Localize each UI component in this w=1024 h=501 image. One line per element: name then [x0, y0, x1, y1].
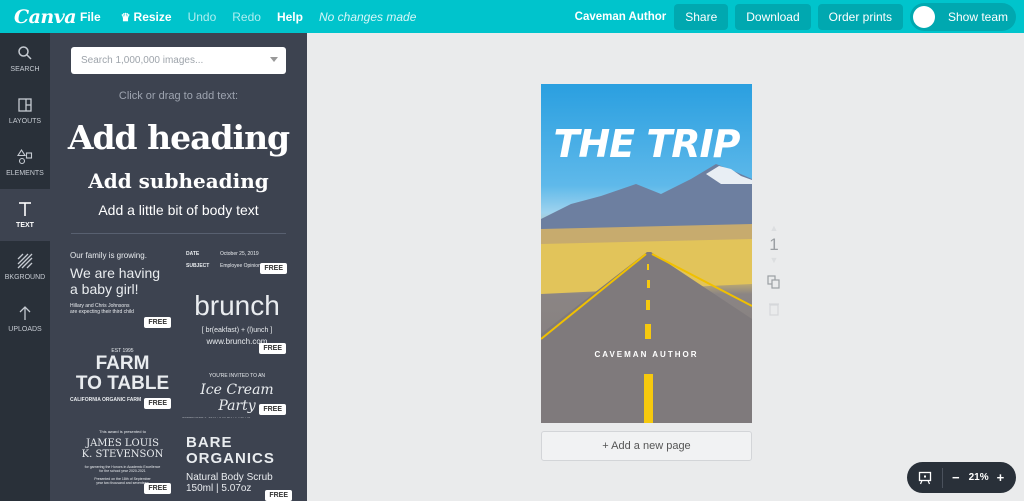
text-template-farm[interactable]: EST 1995 FARM TO TABLE CALIFORNIA ORGANI… — [70, 348, 175, 413]
upload-icon — [19, 306, 31, 320]
text-template-award[interactable]: This award is presented to JAMES LOUIS K… — [70, 429, 175, 501]
search-icon — [18, 46, 32, 60]
cover-title[interactable]: THE TRIP — [541, 122, 752, 166]
template-text: Our family is growing. — [70, 251, 147, 260]
help-menu[interactable]: Help — [277, 10, 303, 24]
page-controls: ▲ 1 ▼ — [765, 223, 783, 321]
text-icon — [19, 202, 31, 216]
template-text: FARM — [95, 353, 150, 374]
template-text: This award is presented to — [99, 429, 146, 434]
text-template-bare-organics[interactable]: BARE ORGANICS Natural Body Scrub 150ml |… — [186, 435, 294, 501]
template-text: BARE — [186, 435, 233, 451]
text-template-ice-cream[interactable]: YOU'RE INVITED TO AN Ice Cream Party SEP… — [182, 373, 292, 418]
template-text: We are having — [70, 265, 161, 281]
show-team-label: Show team — [948, 9, 1009, 24]
zoom-out-button[interactable]: − — [952, 470, 960, 485]
resize-button[interactable]: ♛ Resize — [121, 10, 172, 24]
sidebar-item-text[interactable]: TEXT — [0, 189, 50, 241]
canva-logo[interactable]: Canva — [14, 6, 77, 28]
resize-label: Resize — [133, 9, 172, 24]
template-text: [ br(eakfast) + (l)unch ] — [201, 327, 273, 334]
cover-author[interactable]: CAVEMAN AUTHOR — [541, 350, 752, 359]
zoom-in-button[interactable]: + — [997, 470, 1005, 485]
sidebar-label: LAYOUTS — [8, 118, 42, 125]
template-text: JAMES LOUIS — [86, 438, 159, 449]
zoom-level[interactable]: 21% — [969, 472, 989, 483]
text-panel: Search 1,000,000 images... Click or drag… — [50, 33, 307, 501]
elements-icon — [17, 149, 33, 165]
save-status: No changes made — [318, 9, 417, 24]
template-text: TO TABLE — [75, 373, 170, 394]
add-new-page-button[interactable]: + Add a new page — [541, 431, 752, 461]
crown-icon: ♛ — [120, 11, 131, 24]
add-body-text-button[interactable]: Add a little bit of body text — [50, 202, 307, 218]
template-text: are expecting their third child — [70, 309, 134, 315]
sidebar-label: BKGROUND — [4, 274, 46, 281]
template-text: YOU'RE INVITED TO AN — [208, 373, 266, 379]
sidebar-label: TEXT — [16, 222, 34, 229]
free-badge: FREE — [260, 263, 287, 274]
sidebar-label: ELEMENTS — [6, 170, 44, 177]
template-text: ORGANICS — [186, 450, 275, 467]
text-template-brunch[interactable]: brunch [ br(eakfast) + (l)unch ] www.bru… — [182, 289, 292, 355]
zoom-bar: − 21% + — [907, 462, 1016, 493]
template-text: Natural Body Scrub — [186, 472, 273, 483]
panel-hint: Click or drag to add text: — [118, 90, 239, 102]
sidebar-item-elements[interactable]: ELEMENTS — [0, 137, 50, 189]
file-menu[interactable]: File — [80, 10, 101, 24]
add-subheading-button[interactable]: Add subheading — [50, 169, 307, 193]
template-text: SUBJECT — [186, 263, 210, 269]
template-text: K. STEVENSON — [81, 449, 164, 460]
template-text: October 25, 2019 — [220, 251, 259, 257]
user-name[interactable]: Caveman Author — [575, 11, 667, 23]
text-template-memo[interactable]: DATE October 25, 2019 SUBJECT Employee Opi… — [186, 251, 288, 279]
add-heading-button[interactable]: Add heading — [50, 118, 307, 157]
canvas-area: THE TRIP CAVEMAN AUTHOR ▲ 1 ▼ + Add a ne… — [307, 33, 1024, 501]
template-text: Employee Opinion — [220, 263, 261, 269]
share-button[interactable]: Share — [674, 3, 729, 30]
sidebar-item-background[interactable]: BKGROUND — [0, 241, 50, 293]
free-badge: FREE — [259, 404, 286, 415]
undo-button[interactable]: Undo — [188, 10, 217, 24]
delete-page-icon[interactable] — [768, 302, 780, 316]
template-text: for the school year 2020-2021 — [99, 469, 146, 473]
free-badge: FREE — [265, 490, 292, 501]
template-text: SEPTEMBER 9, 2019 | 3:00 PM | 1 HOLLIS — [182, 417, 292, 418]
image-search-input[interactable]: Search 1,000,000 images... — [71, 47, 286, 74]
page-number: 1 — [769, 235, 779, 254]
top-bar: Canva File ♛ Resize Undo Redo Help No cha… — [0, 0, 1024, 33]
template-text: DATE — [186, 251, 200, 257]
sidebar-label: UPLOADS — [8, 326, 42, 333]
zoom-divider — [942, 467, 943, 488]
redo-button[interactable]: Redo — [232, 10, 261, 24]
design-page[interactable]: THE TRIP CAVEMAN AUTHOR — [541, 84, 752, 423]
sidebar-item-layouts[interactable]: LAYOUTS — [0, 85, 50, 137]
show-team-toggle[interactable]: Show team — [910, 2, 1016, 31]
layouts-icon — [18, 98, 32, 112]
presentation-icon[interactable] — [918, 471, 932, 485]
template-text: brunch — [194, 290, 280, 321]
sidebar-label: SEARCH — [10, 66, 40, 73]
sidebar: SEARCH LAYOUTS ELEMENTS TEXT BKGROUND UP… — [0, 33, 50, 501]
duplicate-page-icon[interactable] — [767, 275, 781, 289]
template-text: a baby girl! — [70, 281, 139, 297]
free-badge: FREE — [144, 317, 171, 328]
order-prints-button[interactable]: Order prints — [817, 3, 903, 30]
panel-divider — [71, 233, 286, 234]
sidebar-item-search[interactable]: SEARCH — [0, 33, 50, 85]
chevron-down-icon[interactable] — [270, 57, 278, 62]
free-badge: FREE — [144, 483, 171, 494]
sidebar-item-uploads[interactable]: UPLOADS — [0, 293, 50, 345]
free-badge: FREE — [144, 398, 171, 409]
free-badge: FREE — [259, 343, 286, 354]
move-page-down-icon[interactable]: ▼ — [765, 255, 783, 265]
download-button[interactable]: Download — [735, 3, 811, 30]
search-placeholder: Search 1,000,000 images... — [81, 55, 204, 66]
background-icon — [17, 253, 33, 269]
text-template-baby[interactable]: Our family is growing. We are having a b… — [70, 251, 175, 331]
move-page-up-icon[interactable]: ▲ — [765, 223, 783, 233]
toggle-knob — [913, 5, 935, 28]
